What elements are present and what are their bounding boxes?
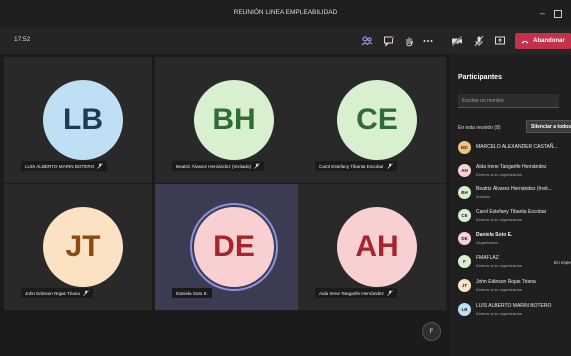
participant-name: FMAFLAZ	[476, 255, 499, 261]
participant-role: Invitado	[476, 194, 491, 199]
participant-item[interactable]: MC MARCELO ALEXANDER CASTAÑ...	[458, 139, 571, 161]
participant-name: Carol Estefany Tibanta Escobar	[476, 209, 547, 215]
participant-name: Beatriz Álvarez Hernández (Invit...	[476, 186, 552, 192]
share-screen-icon[interactable]	[493, 34, 507, 48]
participant-role: Externo a su organización	[476, 311, 523, 316]
leave-button[interactable]: Abandonar	[515, 33, 571, 49]
more-options-icon[interactable]	[421, 34, 435, 48]
mic-off-icon	[97, 163, 103, 169]
video-tile[interactable]: JT John Edinson Rojas Triana	[4, 184, 152, 310]
participant-avatar: MC	[458, 141, 471, 154]
participant-search-input[interactable]: Escribe un nombre	[458, 94, 559, 108]
participant-item[interactable]: JT John Edinson Rojas Triana Externo a s…	[458, 277, 571, 299]
participant-name: John Edinson Rojas Triana	[25, 290, 80, 296]
panel-title: Participantes	[458, 74, 502, 81]
participant-avatar: CE	[458, 209, 471, 222]
participant-item[interactable]: LB LUIS ALBERTO MARIN BOTERO Externo a s…	[458, 301, 571, 323]
tile-avatar: AH	[337, 207, 417, 287]
tile-avatar: CE	[337, 80, 417, 160]
participant-role: Externo a su organización	[476, 217, 523, 222]
participant-status: En espe	[554, 260, 571, 265]
video-tile[interactable]: CE Carol Estefany Tibanta Escobar	[298, 57, 446, 183]
participant-name: MARCELO ALEXANDER CASTAÑ...	[476, 144, 558, 150]
tile-name-label: Carol Estefany Tibanta Escobar	[315, 161, 397, 171]
participant-name: LUIS ALBERTO MARIN BOTERO	[25, 163, 95, 169]
participant-role: Externo a su organización	[476, 287, 523, 292]
mic-off-icon[interactable]	[472, 34, 486, 48]
participants-panel: Participantes Escribe un nombre En esta …	[450, 54, 571, 356]
camera-off-icon[interactable]	[450, 34, 464, 48]
video-stage: LB LUIS ALBERTO MARIN BOTERO BH Beatriz …	[0, 54, 450, 356]
participant-avatar: F	[458, 255, 471, 268]
participant-avatar: JT	[458, 279, 471, 292]
participant-avatar: AH	[458, 164, 471, 177]
minimize-button[interactable]: –	[540, 8, 545, 18]
leave-label: Abandonar	[533, 38, 565, 44]
raise-hand-icon[interactable]	[402, 34, 416, 48]
tile-avatar: JT	[43, 207, 123, 287]
participant-avatar: DE	[458, 232, 471, 245]
mute-all-button[interactable]: Silenciar a todos	[526, 120, 571, 133]
participant-item[interactable]: F FMAFLAZ Externo a su organización En e…	[458, 253, 571, 275]
participant-item[interactable]: AH Aida Irene Tangarife Hernández Extern…	[458, 162, 571, 184]
tile-avatar: DE	[194, 207, 274, 287]
window-title: REUNIÓN LINEA EMPLEABILIDAD	[233, 9, 338, 16]
chat-icon[interactable]	[382, 34, 396, 48]
mic-off-icon	[386, 163, 393, 169]
participant-name: Beatriz Álvarez Hernández (Invitado)	[176, 163, 252, 169]
hang-up-icon	[521, 40, 529, 43]
tile-name-label: Daniela Soto E.	[172, 288, 212, 298]
participant-name: Daniela Soto E.	[176, 290, 208, 296]
participant-avatar: LB	[458, 303, 471, 316]
participant-role: Organizador	[476, 240, 499, 245]
video-tile[interactable]: AH Aida Irene Tangarife Hernández	[298, 184, 446, 310]
video-tile-active-speaker[interactable]: DE Daniela Soto E.	[155, 184, 303, 310]
participant-name: John Edinson Rojas Triana	[476, 279, 536, 285]
mic-off-icon	[83, 290, 89, 296]
participant-name: Daniela Soto E.	[476, 232, 513, 238]
participant-item[interactable]: CE Carol Estefany Tibanta Escobar Extern…	[458, 207, 571, 229]
tile-name-label: LUIS ALBERTO MARIN BOTERO	[21, 161, 108, 171]
tile-avatar: BH	[194, 80, 274, 160]
title-bar: REUNIÓN LINEA EMPLEABILIDAD –	[0, 0, 571, 28]
participant-role: Externo a su organización	[476, 263, 523, 268]
tile-name-label: John Edinson Rojas Triana	[21, 288, 93, 298]
tile-name-label: Beatriz Álvarez Hernández (Invitado)	[172, 161, 265, 171]
video-tile[interactable]: LB LUIS ALBERTO MARIN BOTERO	[4, 57, 152, 183]
video-tile[interactable]: BH Beatriz Álvarez Hernández (Invitado)	[155, 57, 303, 183]
mic-off-icon	[254, 163, 260, 169]
tile-avatar: LB	[43, 80, 123, 160]
participant-avatar: BH	[458, 186, 471, 199]
mic-off-icon	[387, 290, 393, 296]
meeting-toolbar: 17:52 Abandonar	[0, 28, 571, 54]
participant-name: Aida Irene Tangarife Hernández	[476, 164, 547, 170]
meeting-section-label: En esta reunión (8)	[458, 125, 501, 131]
maximize-button[interactable]	[554, 10, 562, 18]
participant-item[interactable]: DE Daniela Soto E. Organizador	[458, 230, 571, 252]
participants-icon[interactable]	[360, 34, 374, 48]
meeting-clock: 17:52	[14, 36, 31, 43]
participant-item[interactable]: BH Beatriz Álvarez Hernández (Invit... I…	[458, 184, 571, 206]
tile-name-label: Aida Irene Tangarife Hernández	[315, 288, 397, 298]
self-view-avatar[interactable]: F	[422, 322, 441, 341]
participant-name: Aida Irene Tangarife Hernández	[319, 290, 384, 296]
participant-name: LUIS ALBERTO MARIN BOTERO	[476, 303, 552, 309]
participant-role: Externo a su organización	[476, 172, 523, 177]
participant-name: Carol Estefany Tibanta Escobar	[319, 163, 384, 169]
